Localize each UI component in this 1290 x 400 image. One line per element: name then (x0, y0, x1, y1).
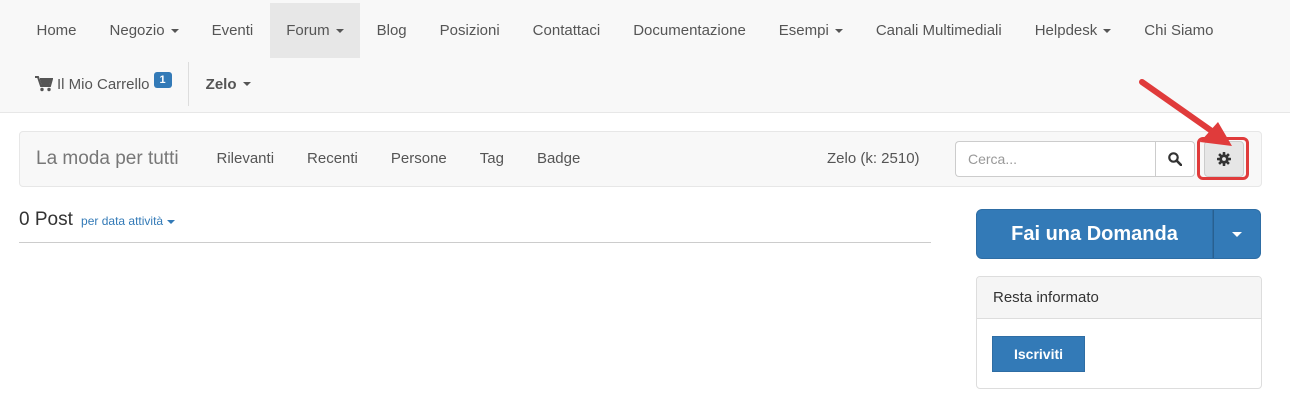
caret-down-icon (1103, 28, 1112, 33)
nav-item-label: Documentazione (633, 22, 746, 39)
nav-item-blog[interactable]: Blog (360, 3, 423, 58)
caret-down-icon (167, 219, 176, 224)
navbar-secondary: Il Mio Carrello 1 Zelo (20, 58, 267, 110)
nav-item-label: Home (36, 22, 77, 39)
nav-item-contattaci[interactable]: Contattaci (516, 3, 617, 58)
nav-item-canali-multimediali[interactable]: Canali Multimediali (859, 3, 1018, 58)
nav-item-negozio[interactable]: Negozio (93, 3, 195, 58)
search-button[interactable] (1155, 141, 1195, 177)
nav-item-label: Chi Siamo (1144, 22, 1214, 39)
settings-button[interactable] (1204, 141, 1244, 177)
nav-item-chi-siamo[interactable]: Chi Siamo (1128, 3, 1230, 58)
user-menu[interactable]: Zelo (190, 58, 267, 110)
nav-item-label: Posizioni (439, 22, 500, 39)
cart-label: Il Mio Carrello (57, 75, 150, 93)
forum-link-recenti[interactable]: Recenti (291, 132, 375, 186)
user-name: Zelo (205, 75, 237, 93)
navbar-menu: Home Negozio Eventi Forum Blog Posizioni… (20, 3, 1230, 58)
nav-item-label: Negozio (109, 22, 165, 39)
nav-item-forum[interactable]: Forum (269, 3, 361, 58)
ask-question-button[interactable]: Fai una Domanda (976, 209, 1213, 259)
nav-item-home[interactable]: Home (20, 3, 93, 58)
nav-divider (187, 62, 189, 106)
nav-item-posizioni[interactable]: Posizioni (423, 3, 516, 58)
forum-link-rilevanti[interactable]: Rilevanti (200, 132, 291, 186)
caret-down-icon (335, 28, 344, 33)
nav-item-label: Contattaci (532, 22, 601, 39)
search-icon (1168, 152, 1182, 166)
gear-icon (1217, 152, 1231, 166)
nav-item-label: Esempi (778, 22, 829, 39)
forum-links: Rilevanti Recenti Persone Tag Badge (200, 132, 597, 186)
posts-header: 0 Post per data attività (19, 209, 931, 243)
caret-down-icon (834, 28, 843, 33)
cart-link[interactable]: Il Mio Carrello 1 (20, 58, 187, 110)
forum-link-tag[interactable]: Tag (463, 132, 520, 186)
shopping-cart-icon (35, 76, 53, 92)
caret-down-icon (170, 28, 179, 33)
forum-title[interactable]: La moda per tutti (36, 132, 179, 186)
forum-navbar: La moda per tutti Rilevanti Recenti Pers… (19, 131, 1262, 187)
subscribe-button[interactable]: Iscriviti (992, 336, 1085, 372)
nav-item-label: Helpdesk (1034, 22, 1098, 39)
posts-count: 0 Post (19, 209, 73, 230)
nav-item-label: Canali Multimediali (875, 22, 1002, 39)
nav-item-label: Blog (376, 22, 407, 39)
nav-item-label: Eventi (211, 22, 254, 39)
search-input[interactable] (955, 141, 1156, 177)
cart-count-badge: 1 (153, 72, 172, 88)
nav-item-esempi[interactable]: Esempi (762, 3, 859, 58)
ask-question-dropdown-toggle[interactable] (1213, 209, 1261, 259)
user-karma[interactable]: Zelo (k: 2510) (827, 132, 920, 186)
nav-item-label: Forum (286, 22, 330, 39)
caret-down-icon (1232, 231, 1242, 237)
stay-informed-panel: Resta informato Iscriviti (976, 276, 1262, 389)
nav-item-helpdesk[interactable]: Helpdesk (1018, 3, 1128, 58)
sort-label: per data attività (81, 214, 164, 228)
sort-dropdown[interactable]: per data attività (81, 214, 176, 228)
panel-title: Resta informato (977, 277, 1261, 319)
main-navbar: Home Negozio Eventi Forum Blog Posizioni… (0, 0, 1290, 113)
ask-question-group: Fai una Domanda (976, 209, 1261, 259)
caret-down-icon (242, 82, 251, 86)
forum-link-badge[interactable]: Badge (520, 132, 596, 186)
nav-item-documentazione[interactable]: Documentazione (617, 3, 763, 58)
nav-item-eventi[interactable]: Eventi (195, 3, 270, 58)
forum-link-persone[interactable]: Persone (374, 132, 463, 186)
